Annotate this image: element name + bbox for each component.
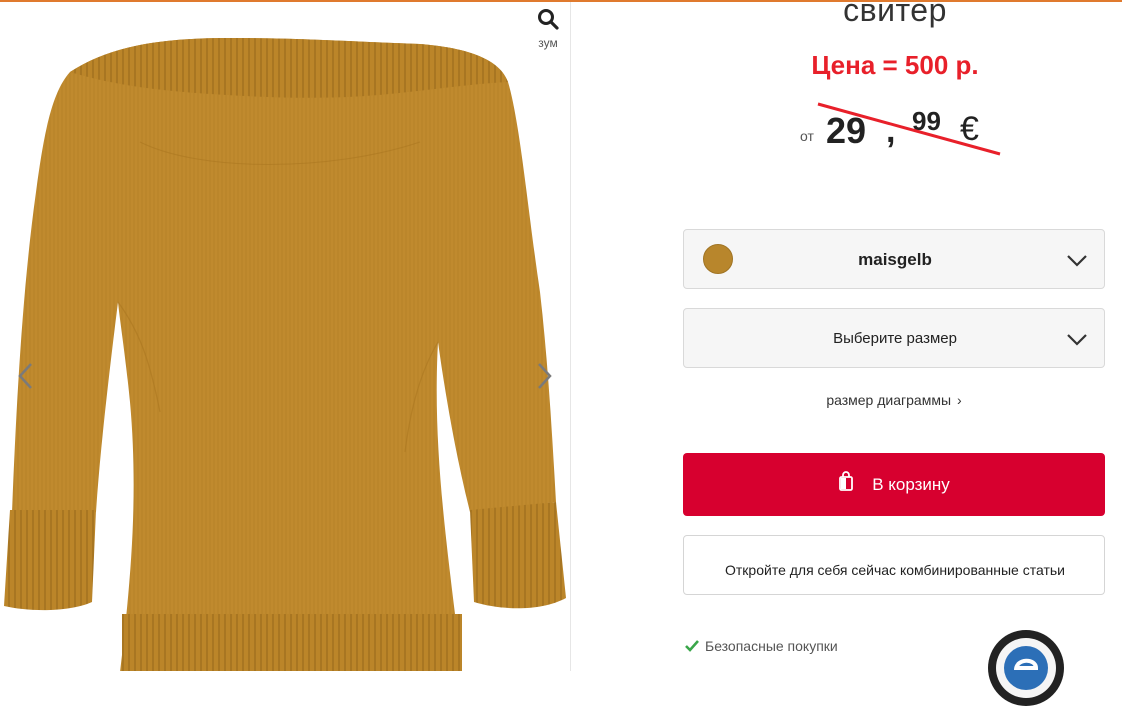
chevron-right-small-icon: ›: [957, 392, 962, 408]
size-chart-label: размер диаграммы: [826, 392, 951, 408]
zoom-label: зум: [538, 36, 558, 50]
product-gallery: зум: [0, 2, 571, 671]
promo-price: Цена = 500 р.: [811, 50, 979, 80]
shopping-bag-icon: [839, 470, 854, 491]
checkmark-icon: [685, 640, 699, 652]
product-title: свитер: [843, 0, 947, 28]
size-select[interactable]: Выберите размер: [683, 308, 1105, 368]
price-comma: ,: [886, 112, 896, 150]
add-to-cart-button[interactable]: В корзину: [683, 453, 1105, 516]
color-select[interactable]: maisgelb: [683, 229, 1105, 289]
price-euros: 29: [826, 110, 867, 151]
secure-purchase: Безопасные покупки: [685, 638, 838, 654]
secure-purchase-label: Безопасные покупки: [705, 638, 838, 654]
combined-items-button[interactable]: Откройте для себя сейчас комбинированные…: [683, 535, 1105, 595]
color-select-value: maisgelb: [858, 250, 932, 269]
add-to-cart-label: В корзину: [872, 474, 950, 494]
size-select-placeholder: Выберите размер: [833, 330, 957, 347]
chevron-down-icon: [1067, 334, 1087, 346]
price-from-label: от: [800, 128, 814, 144]
chevron-right-icon[interactable]: [532, 360, 556, 392]
chevron-left-icon[interactable]: [14, 360, 38, 392]
trusted-shops-seal: [988, 630, 1064, 706]
price-cents: 99: [912, 106, 941, 136]
price-currency: €: [960, 110, 979, 148]
chevron-down-icon: [1067, 255, 1087, 267]
search-icon: [538, 9, 559, 30]
product-image: [4, 38, 566, 671]
zoom-button[interactable]: зум: [528, 8, 568, 60]
size-chart-link[interactable]: размер диаграммы ›: [683, 392, 1105, 408]
combined-items-label: Откройте для себя сейчас комбинированные…: [725, 562, 1065, 578]
